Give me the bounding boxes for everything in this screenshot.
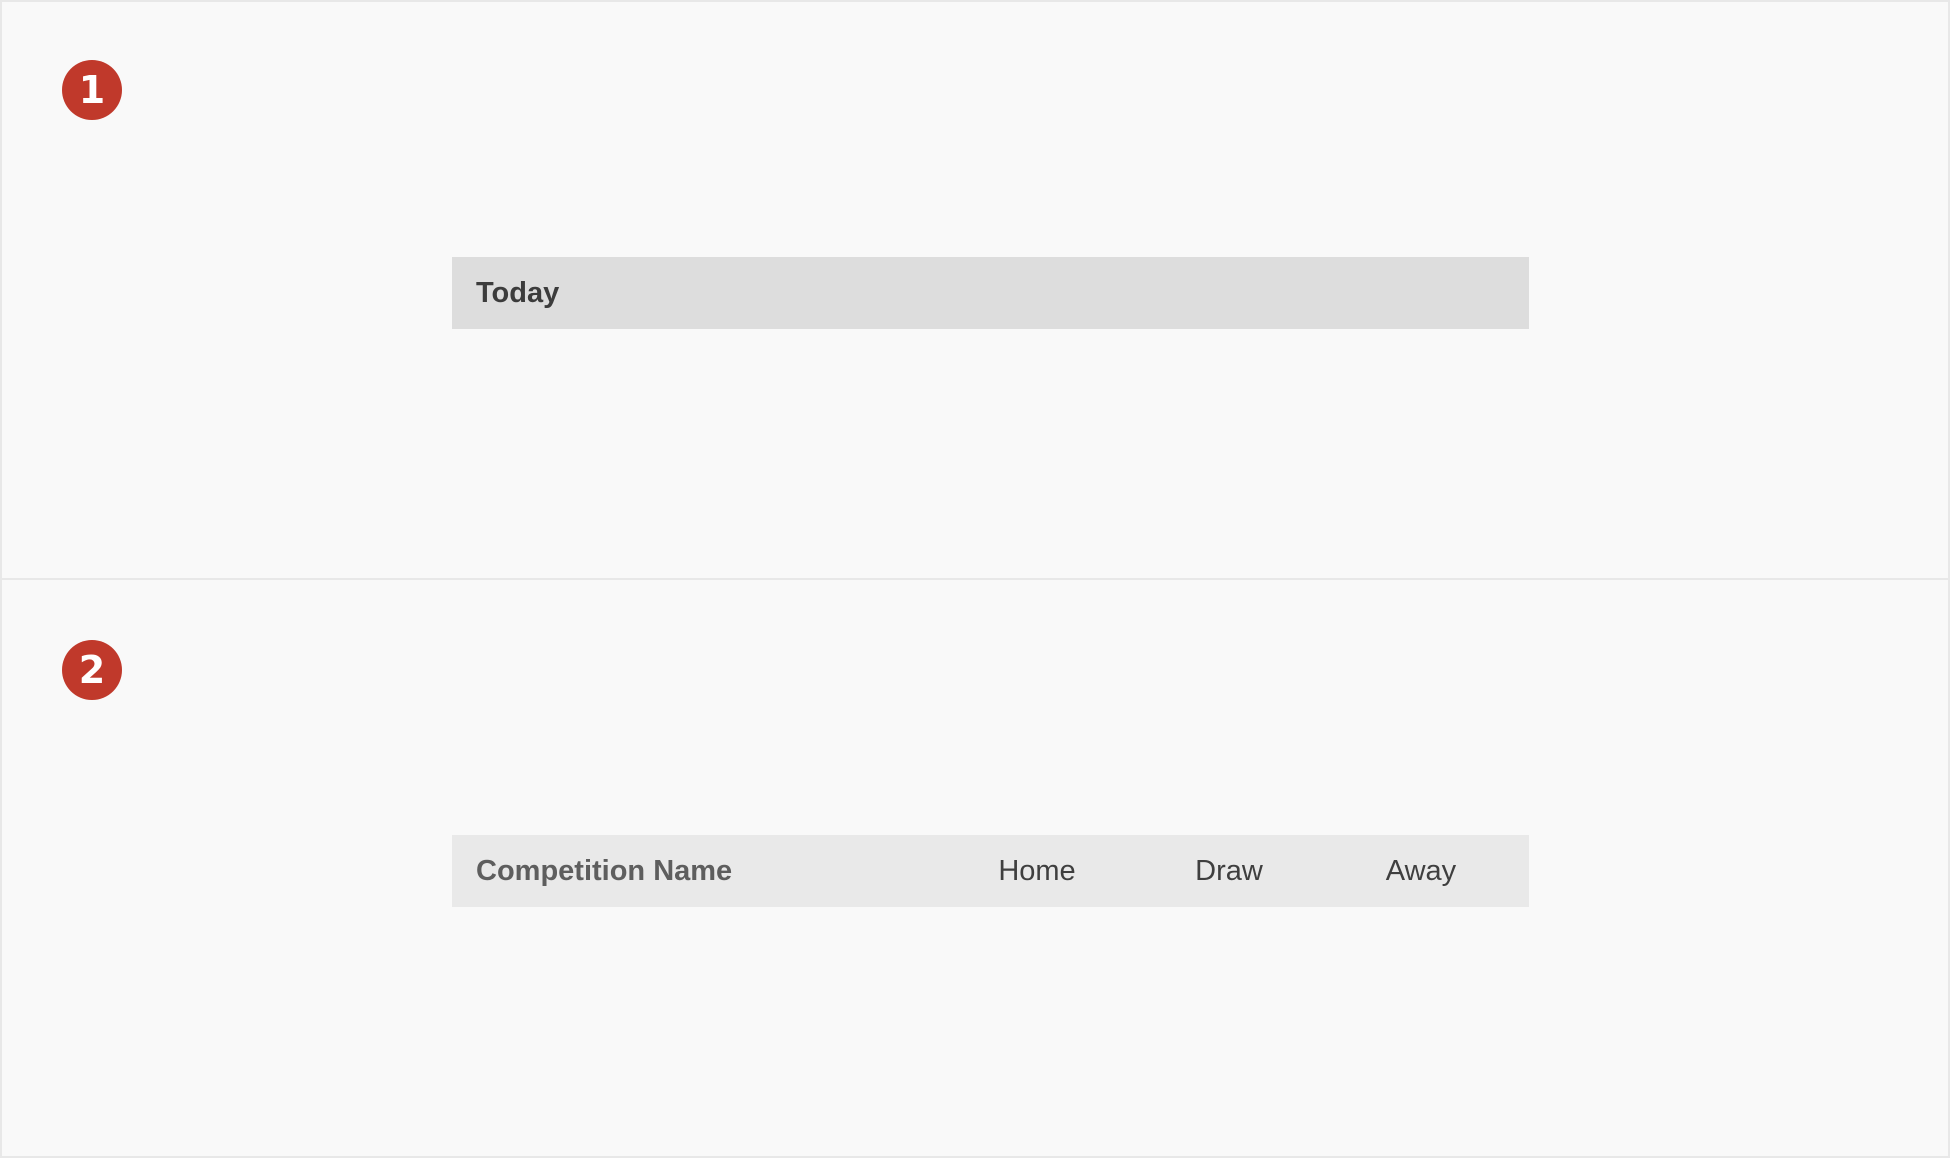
column-away-label: Away (1385, 854, 1457, 887)
competition-name: Competition Name (476, 854, 733, 887)
mockup-canvas: 1 Today 2 Competition Name Home Draw Awa… (0, 0, 1950, 1158)
column-draw-label: Draw (1195, 854, 1263, 887)
date-header-label: Today (476, 276, 560, 309)
step-1-panel: 1 Today (0, 0, 1950, 580)
step-1-badge: 1 (62, 60, 122, 120)
step-2-badge: 2 (62, 640, 122, 700)
column-home-label: Home (998, 854, 1076, 887)
step-2-panel: 2 Competition Name Home Draw Away (0, 578, 1950, 1158)
date-header: Today (452, 257, 1529, 329)
competition-header: Competition Name Home Draw Away (452, 835, 1529, 907)
